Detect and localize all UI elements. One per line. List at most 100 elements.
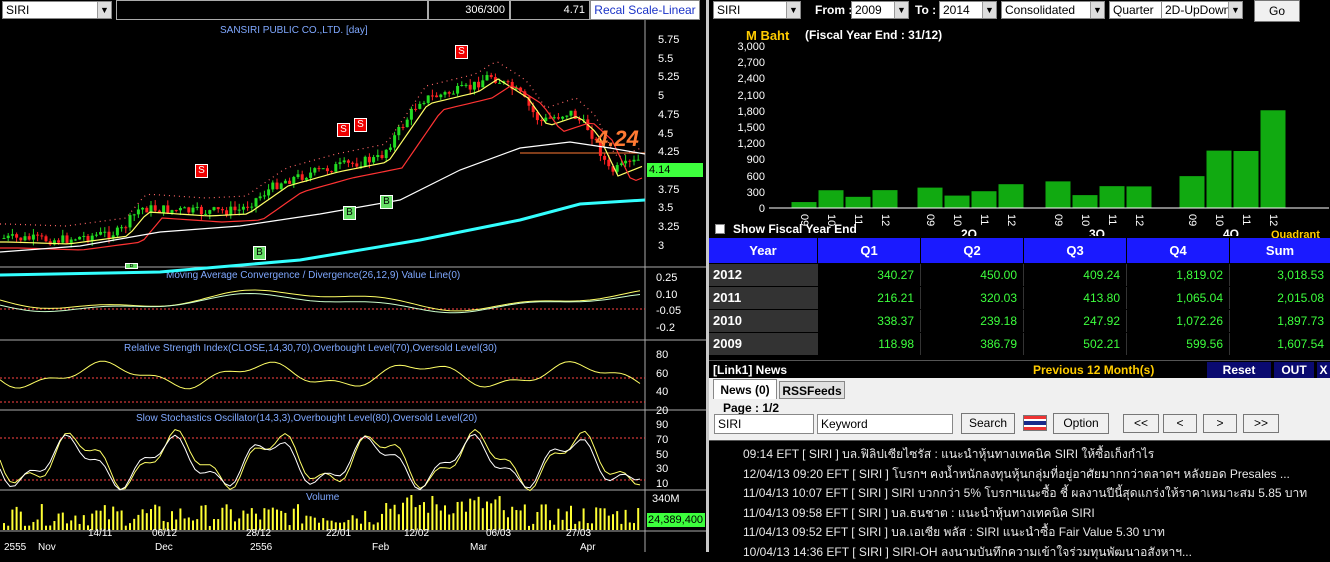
volume-bar	[19, 511, 22, 530]
pane-splitter[interactable]	[706, 0, 709, 552]
fin-y-tick-label: 1,200	[737, 138, 765, 151]
list-item[interactable]: 12/04/13 09:20 EFT [ SIRI ] โบรกฯ คงน้ำห…	[743, 465, 1323, 484]
sell-signal[interactable]: S	[455, 45, 468, 59]
out-button[interactable]: OUT	[1274, 362, 1314, 378]
to-year-select[interactable]: 2014 ▼	[939, 1, 997, 19]
first-page-button[interactable]: <<	[1123, 414, 1159, 433]
volume-bar	[523, 504, 526, 530]
from-year-select[interactable]: 2009 ▼	[851, 1, 909, 19]
candle-body	[57, 240, 61, 243]
candle-body	[317, 168, 321, 170]
date-tick-label: 14/11	[88, 528, 113, 539]
option-button[interactable]: Option	[1053, 413, 1109, 434]
col-q4[interactable]: Q4	[1126, 238, 1229, 263]
news-symbol-input[interactable]: SIRI	[714, 414, 814, 434]
chevron-down-icon[interactable]: ▼	[894, 2, 908, 18]
chart-info-box	[116, 0, 428, 20]
price-tick-label: 5.25	[658, 71, 680, 84]
consolidation-select[interactable]: Consolidated ▼	[1001, 1, 1105, 19]
col-q2[interactable]: Q2	[920, 238, 1023, 263]
sell-signal[interactable]: S	[195, 164, 208, 178]
volume-layer	[3, 495, 640, 530]
volume-bar	[200, 505, 203, 530]
tab-news[interactable]: News (0)	[713, 379, 777, 399]
volume-bar	[540, 504, 543, 530]
volume-bar	[280, 510, 283, 530]
prev-page-button[interactable]: <	[1163, 414, 1197, 433]
next-page-button[interactable]: >	[1203, 414, 1237, 433]
volume-bar	[70, 520, 73, 530]
close-icon[interactable]: X	[1317, 362, 1330, 378]
table-cell: 320.03	[920, 287, 1023, 309]
buy-signal[interactable]: B	[253, 246, 266, 260]
candle-body	[367, 156, 371, 163]
fin-bar-year-label: 12	[1005, 214, 1017, 226]
volume-bar	[410, 495, 413, 530]
candle-body	[304, 177, 308, 180]
candle-body	[300, 174, 304, 180]
col-year[interactable]: Year	[709, 238, 817, 263]
news-toolbar: News (0) RSSFeeds Page : 1/2 SIRI Keywor…	[709, 378, 1330, 440]
volume-bar	[61, 512, 64, 530]
volume-bar	[11, 509, 14, 530]
sell-signal[interactable]: S	[337, 123, 350, 137]
buy-signal[interactable]: B	[125, 263, 138, 269]
price-tick-label: 4.5	[658, 127, 674, 140]
keyword-input[interactable]: Keyword	[817, 414, 953, 434]
table-row[interactable]: 2009 118.98 386.79 502.21 599.56 1,607.54	[709, 332, 1330, 355]
candle-body	[162, 205, 166, 213]
chevron-down-icon[interactable]: ▼	[1228, 2, 1242, 18]
table-row[interactable]: 2010 338.37 239.18 247.92 1,072.26 1,897.73	[709, 309, 1330, 332]
candle-body	[401, 126, 405, 128]
list-item[interactable]: 09:14 EFT [ SIRI ] บล.ฟิลิปเซียไซรัส : แ…	[743, 445, 1323, 464]
last-price-box: 4.71	[510, 0, 590, 20]
list-item[interactable]: 11/04/13 09:58 EFT [ SIRI ] บล.ธนชาต : แ…	[743, 504, 1323, 523]
recal-scale-button[interactable]: Recal Scale-Linear	[590, 0, 700, 20]
last-page-button[interactable]: >>	[1243, 414, 1279, 433]
chevron-down-icon[interactable]: ▼	[982, 2, 996, 18]
col-q3[interactable]: Q3	[1023, 238, 1126, 263]
col-sum[interactable]: Sum	[1229, 238, 1330, 263]
fin-bar	[1125, 185, 1153, 209]
period-value: Quarter	[1113, 3, 1154, 17]
chart-symbol-select[interactable]: SIRI ▼	[2, 1, 112, 19]
candle-body	[149, 205, 153, 213]
volume-bar	[137, 514, 140, 530]
volume-bar	[150, 509, 152, 530]
fin-symbol-select[interactable]: SIRI ▼	[713, 1, 801, 19]
col-q1[interactable]: Q1	[817, 238, 920, 263]
fin-table: Year Q1 Q2 Q3 Q4 Sum 2012 340.27 450.00 409…	[709, 238, 1330, 355]
flag-icon[interactable]	[1023, 415, 1047, 431]
candle-body	[569, 110, 573, 116]
candle-body	[506, 81, 510, 83]
volume-bar	[7, 525, 10, 530]
go-button[interactable]: Go	[1254, 0, 1300, 22]
chevron-down-icon[interactable]: ▼	[786, 2, 800, 18]
table-row[interactable]: 2012 340.27 450.00 409.24 1,819.02 3,018.53	[709, 263, 1330, 286]
candle-body	[443, 92, 447, 95]
list-item[interactable]: 10/04/13 14:36 EFT [ SIRI ] SIRI-OH ลงนา…	[743, 543, 1323, 562]
price-tick-label: 5.75	[658, 34, 680, 46]
tab-rssfeeds[interactable]: RSSFeeds	[779, 381, 845, 399]
candle-body	[262, 195, 266, 197]
volume-bar	[267, 509, 270, 530]
buy-signal[interactable]: B	[343, 206, 356, 220]
show-fiscal-checkbox[interactable]	[715, 224, 725, 234]
table-cell: 118.98	[817, 333, 920, 355]
sell-signal[interactable]: S	[354, 118, 367, 132]
price-chart-canvas[interactable]	[0, 20, 706, 552]
chevron-down-icon[interactable]: ▼	[97, 2, 111, 18]
fin-bar-chart[interactable]: 09 10 11 12 09 10 11 122Q09 10 11 123Q09 10 11 124Q	[769, 40, 1329, 236]
table-row[interactable]: 2011 216.21 320.03 413.80 1,065.04 2,015.08	[709, 286, 1330, 309]
view-select[interactable]: 2D-UpDown ▼	[1161, 1, 1243, 19]
candle-body	[199, 206, 203, 215]
chevron-down-icon[interactable]: ▼	[1090, 2, 1104, 18]
buy-signal[interactable]: B	[380, 195, 393, 209]
reset-button[interactable]: Reset	[1207, 362, 1271, 378]
list-item[interactable]: 11/04/13 10:07 EFT [ SIRI ] SIRI บวกกว่า…	[743, 484, 1323, 503]
candle-body	[540, 120, 544, 122]
list-item[interactable]: 11/04/13 09:52 EFT [ SIRI ] บล.เอเซีย พล…	[743, 523, 1323, 542]
search-button[interactable]: Search	[961, 413, 1015, 434]
candle-body	[216, 207, 220, 210]
volume-bar	[309, 516, 312, 530]
